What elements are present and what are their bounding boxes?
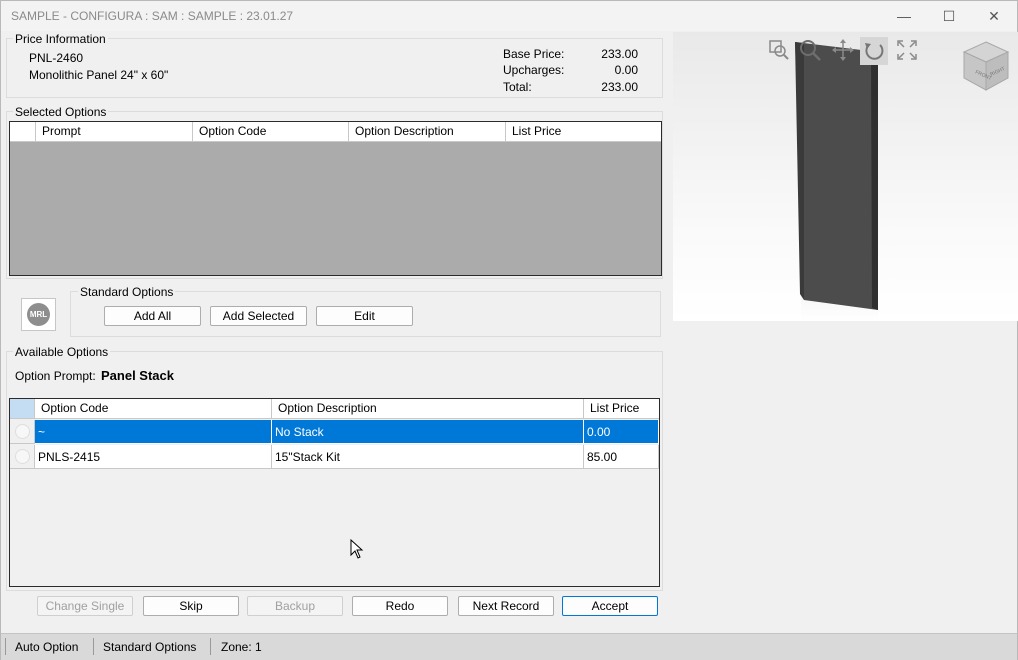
standard-options-title: Standard Options — [78, 285, 176, 299]
option-code-cell: ~ — [35, 420, 272, 444]
column-list-price[interactable]: List Price — [506, 122, 661, 141]
3d-viewer[interactable]: FRONT RIGHT — [673, 32, 1018, 321]
mrl-logo-text: MRL — [29, 310, 48, 319]
available-options-grid[interactable]: Option Code Option Description List Pric… — [9, 398, 660, 587]
redo-button[interactable]: Redo — [352, 596, 448, 616]
column-option-code[interactable]: Option Code — [35, 399, 272, 418]
next-record-button[interactable]: Next Record — [458, 596, 554, 616]
select-all-header[interactable] — [10, 399, 35, 418]
available-options-header: Option Code Option Description List Pric… — [10, 399, 659, 419]
row-status-icon — [10, 445, 35, 469]
rotate-button[interactable] — [860, 37, 888, 65]
fit-view-icon[interactable] — [896, 39, 918, 61]
total-label: Total: — [503, 80, 532, 94]
edit-button[interactable]: Edit — [316, 306, 413, 326]
status-mode: Auto Option — [15, 640, 79, 654]
available-options-title: Available Options — [13, 345, 111, 359]
column-option-description[interactable]: Option Description — [272, 399, 584, 418]
skip-button[interactable]: Skip — [143, 596, 239, 616]
option-prompt-label: Option Prompt: — [15, 369, 96, 383]
column-option-description[interactable]: Option Description — [349, 122, 506, 141]
item-description: Monolithic Panel 24" x 60" — [29, 68, 169, 82]
window-title: SAMPLE - CONFIGURA : SAM : SAMPLE : 23.0… — [11, 9, 294, 23]
mrl-logo-button[interactable]: MRL — [21, 298, 56, 331]
option-prompt-value: Panel Stack — [101, 368, 174, 383]
column-option-code[interactable]: Option Code — [193, 122, 349, 141]
price-information-title: Price Information — [13, 32, 108, 46]
view-cube-icon[interactable]: FRONT RIGHT — [960, 40, 1012, 92]
mrl-logo-icon: MRL — [27, 303, 50, 326]
selected-options-title: Selected Options — [13, 105, 109, 119]
minimize-icon: — — [897, 8, 911, 24]
zoom-icon[interactable] — [798, 38, 822, 62]
maximize-icon: ☐ — [942, 7, 956, 24]
option-description-cell: No Stack — [272, 420, 584, 444]
accept-button[interactable]: Accept — [562, 596, 658, 616]
minimize-button[interactable]: — — [881, 1, 927, 31]
configurator-window: SAMPLE - CONFIGURA : SAM : SAMPLE : 23.0… — [0, 0, 1018, 660]
item-code: PNL-2460 — [29, 51, 84, 65]
column-prompt[interactable]: Prompt — [36, 122, 193, 141]
selected-options-header: Prompt Option Code Option Description Li… — [10, 122, 661, 142]
base-price-label: Base Price: — [503, 47, 565, 61]
option-row-no-stack[interactable]: ~ No Stack 0.00 — [10, 420, 659, 444]
base-price-value: 233.00 — [601, 47, 638, 61]
change-single-button[interactable]: Change Single — [37, 596, 133, 616]
row-status-icon — [10, 420, 35, 444]
upcharges-label: Upcharges: — [503, 63, 565, 77]
upcharges-value: 0.00 — [614, 63, 638, 77]
option-row-stack-kit[interactable]: PNLS-2415 15"Stack Kit 85.00 — [10, 445, 659, 469]
rotate-icon — [865, 43, 884, 60]
status-section: Standard Options — [103, 640, 197, 654]
list-price-cell: 85.00 — [584, 445, 659, 469]
mouse-cursor-icon — [350, 539, 364, 559]
pan-icon[interactable] — [831, 38, 855, 62]
status-bar: Auto Option Standard Options Zone: 1 — [1, 633, 1017, 660]
close-button[interactable]: ✕ — [971, 1, 1017, 31]
column-list-price[interactable]: List Price — [584, 399, 659, 418]
title-bar: SAMPLE - CONFIGURA : SAM : SAMPLE : 23.0… — [1, 1, 1017, 31]
selected-options-grid[interactable]: Prompt Option Code Option Description Li… — [9, 121, 662, 276]
zoom-window-icon[interactable] — [767, 38, 791, 62]
close-icon: ✕ — [988, 7, 1000, 24]
add-selected-button[interactable]: Add Selected — [210, 306, 307, 326]
option-code-cell: PNLS-2415 — [35, 445, 272, 469]
option-description-cell: 15"Stack Kit — [272, 445, 584, 469]
status-zone: Zone: 1 — [221, 640, 262, 654]
list-price-cell: 0.00 — [584, 420, 659, 444]
add-all-button[interactable]: Add All — [104, 306, 201, 326]
maximize-button[interactable]: ☐ — [926, 1, 972, 31]
backup-button[interactable]: Backup — [247, 596, 343, 616]
total-value: 233.00 — [601, 80, 638, 94]
row-selector-header — [10, 122, 36, 141]
